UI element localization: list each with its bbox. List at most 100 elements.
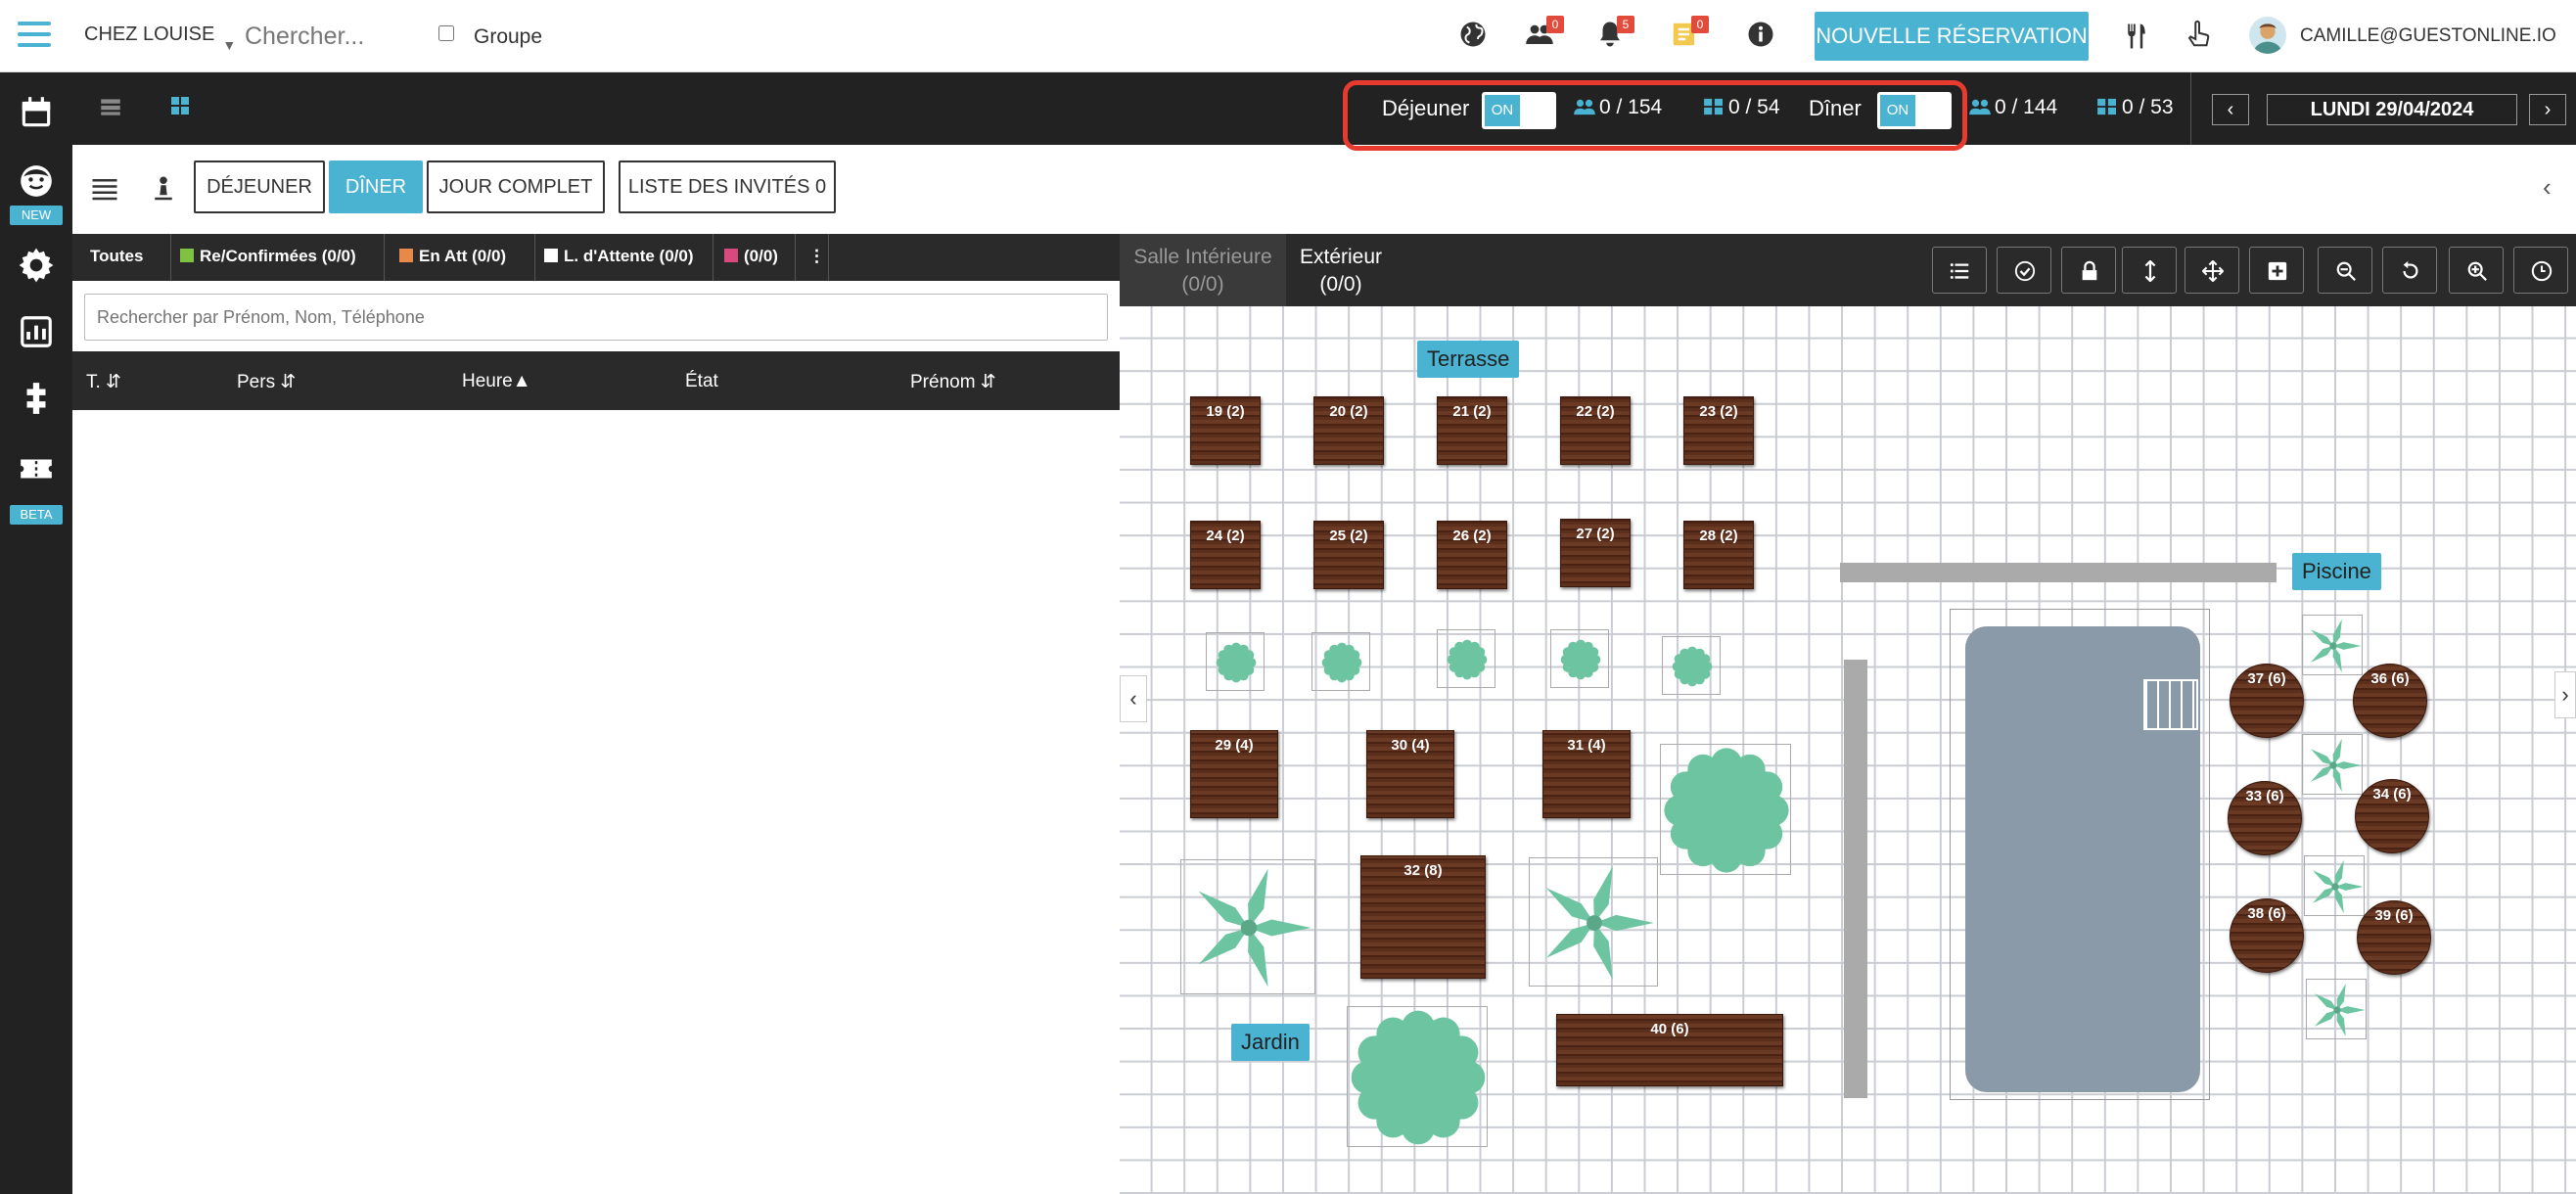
next-day-button[interactable]: › (2529, 94, 2566, 125)
resize-vertical-tool[interactable] (2122, 247, 2177, 294)
table-37[interactable]: 37 (6) (2230, 664, 2304, 738)
col-persons[interactable]: Pers ⇵ (237, 371, 296, 393)
services-highlight (1343, 80, 1967, 151)
plant-icon[interactable] (1347, 1006, 1488, 1147)
plant-icon[interactable] (1662, 636, 1721, 695)
plant-icon[interactable] (1437, 629, 1495, 688)
guest-face-icon[interactable] (18, 162, 57, 202)
avatar[interactable] (2249, 17, 2286, 54)
col-time[interactable]: Heure▲ (462, 371, 531, 392)
col-firstname[interactable]: Prénom ⇵ (910, 371, 996, 393)
table-36[interactable]: 36 (6) (2353, 664, 2427, 738)
map-prev-arrow[interactable]: ‹ (1120, 675, 1147, 722)
table-19[interactable]: 19 (2) (1190, 396, 1261, 465)
plant-icon[interactable] (2302, 734, 2363, 795)
filter-waitlist[interactable]: L. d'Attente (0/0) (544, 247, 694, 266)
group-checkbox-input[interactable] (438, 25, 454, 41)
reset-tool[interactable] (2382, 247, 2437, 294)
move-tool[interactable] (2185, 247, 2239, 294)
hand-pointer-icon[interactable] (2185, 20, 2220, 55)
check-tool[interactable] (1997, 247, 2051, 294)
zoom-in-tool[interactable] (2449, 247, 2504, 294)
map-next-arrow[interactable]: › (2554, 671, 2576, 718)
table-24[interactable]: 24 (2) (1190, 521, 1261, 589)
people-icon[interactable]: 0 (1525, 16, 1564, 55)
table-26[interactable]: 26 (2) (1437, 521, 1507, 589)
list-tool[interactable] (1932, 247, 1987, 294)
table-38[interactable]: 38 (6) (2230, 898, 2304, 973)
filter-all[interactable]: Toutes (90, 247, 143, 266)
tab-full-day[interactable]: JOUR COMPLET (427, 161, 605, 213)
table-21[interactable]: 21 (2) (1437, 396, 1507, 465)
plant-icon[interactable] (1529, 857, 1658, 987)
cutlery-icon[interactable] (2122, 22, 2157, 57)
table-32[interactable]: 32 (8) (1360, 855, 1486, 979)
notes-icon[interactable]: 0 (1670, 16, 1709, 55)
lock-tool[interactable] (2061, 247, 2116, 294)
reservation-search-input[interactable] (84, 294, 1108, 341)
plant-icon[interactable] (2302, 615, 2363, 675)
filter-confirmed[interactable]: Re/Confirmées (0/0) (180, 247, 356, 266)
new-reservation-button[interactable]: NOUVELLE RÉSERVATION (1815, 12, 2089, 61)
restaurant-selector[interactable]: CHEZ LOUISE ▼ (84, 23, 236, 53)
table-20[interactable]: 20 (2) (1313, 396, 1384, 465)
date-selector[interactable]: LUNDI 29/04/2024 (2267, 94, 2517, 125)
plant-icon[interactable] (2304, 855, 2365, 916)
filter-waitlist-label: L. d'Attente (0/0) (564, 247, 694, 265)
group-checkbox[interactable]: Groupe (438, 25, 542, 49)
tab-dinner[interactable]: DÎNER (329, 161, 423, 213)
search-input[interactable] (245, 20, 401, 53)
col-status[interactable]: État (685, 371, 718, 392)
tab-lunch[interactable]: DÉJEUNER (194, 161, 325, 213)
info-icon[interactable] (1746, 20, 1781, 55)
bell-icon[interactable]: 5 (1595, 16, 1634, 55)
table-23[interactable]: 23 (2) (1683, 396, 1754, 465)
filter-confirmed-label: Re/Confirmées (0/0) (200, 247, 356, 265)
table-33[interactable]: 33 (6) (2228, 781, 2302, 855)
table-28[interactable]: 28 (2) (1683, 521, 1754, 589)
plant-icon[interactable] (1550, 629, 1609, 688)
prev-day-button[interactable]: ‹ (2212, 94, 2249, 125)
user-email[interactable]: CAMILLE@GUESTONLINE.IO (2300, 25, 2556, 47)
list-view-icon[interactable] (98, 94, 131, 123)
plant-icon[interactable] (1660, 744, 1791, 875)
globe-icon[interactable] (1458, 20, 1494, 55)
table-27[interactable]: 27 (2) (1560, 519, 1631, 587)
add-table-tool[interactable] (2249, 247, 2304, 294)
hamburger-list-icon[interactable] (90, 174, 119, 208)
filter-pending[interactable]: En Att (0/0) (399, 247, 506, 266)
filter-other[interactable]: (0/0) (724, 247, 778, 266)
floor-plan-view-icon[interactable] (168, 94, 202, 123)
gear-icon[interactable] (18, 247, 57, 286)
divider (384, 234, 385, 281)
tab-guest-list[interactable]: LISTE DES INVITÉS 0 (619, 161, 836, 213)
new-badge: NEW (10, 206, 63, 225)
col-table[interactable]: T. ⇵ (86, 371, 121, 393)
ticket-icon[interactable] (18, 450, 57, 489)
table-label: 40 (6) (1650, 1021, 1689, 1037)
table-25[interactable]: 25 (2) (1313, 521, 1384, 589)
clock-tool[interactable] (2513, 247, 2568, 294)
table-22[interactable]: 22 (2) (1560, 396, 1631, 465)
zoom-out-tool[interactable] (2318, 247, 2372, 294)
chart-icon[interactable] (18, 313, 57, 352)
table-40[interactable]: 40 (6) (1556, 1014, 1783, 1086)
table-31[interactable]: 31 (4) (1542, 730, 1631, 818)
puzzle-icon[interactable] (18, 380, 57, 419)
calendar-icon[interactable] (18, 94, 57, 133)
table-39[interactable]: 39 (6) (2357, 900, 2431, 975)
plant-icon[interactable] (2306, 979, 2367, 1039)
plant-icon[interactable] (1206, 632, 1265, 691)
filter-more-icon[interactable]: ⋮ (808, 247, 825, 266)
collapse-panel-chevron-icon[interactable]: ‹ (2543, 172, 2552, 203)
plant-icon[interactable] (1180, 859, 1315, 994)
table-30[interactable]: 30 (4) (1366, 730, 1454, 818)
table-label: 29 (4) (1215, 737, 1254, 754)
plant-icon[interactable] (1311, 632, 1370, 691)
room-tab-outdoor[interactable]: Extérieur (0/0) (1286, 234, 1396, 306)
menu-icon[interactable] (18, 22, 51, 49)
room-tab-indoor[interactable]: Salle Intérieure (0/0) (1120, 234, 1286, 306)
table-29[interactable]: 29 (4) (1190, 730, 1278, 818)
waiter-icon[interactable] (149, 172, 178, 210)
table-34[interactable]: 34 (6) (2355, 779, 2429, 853)
